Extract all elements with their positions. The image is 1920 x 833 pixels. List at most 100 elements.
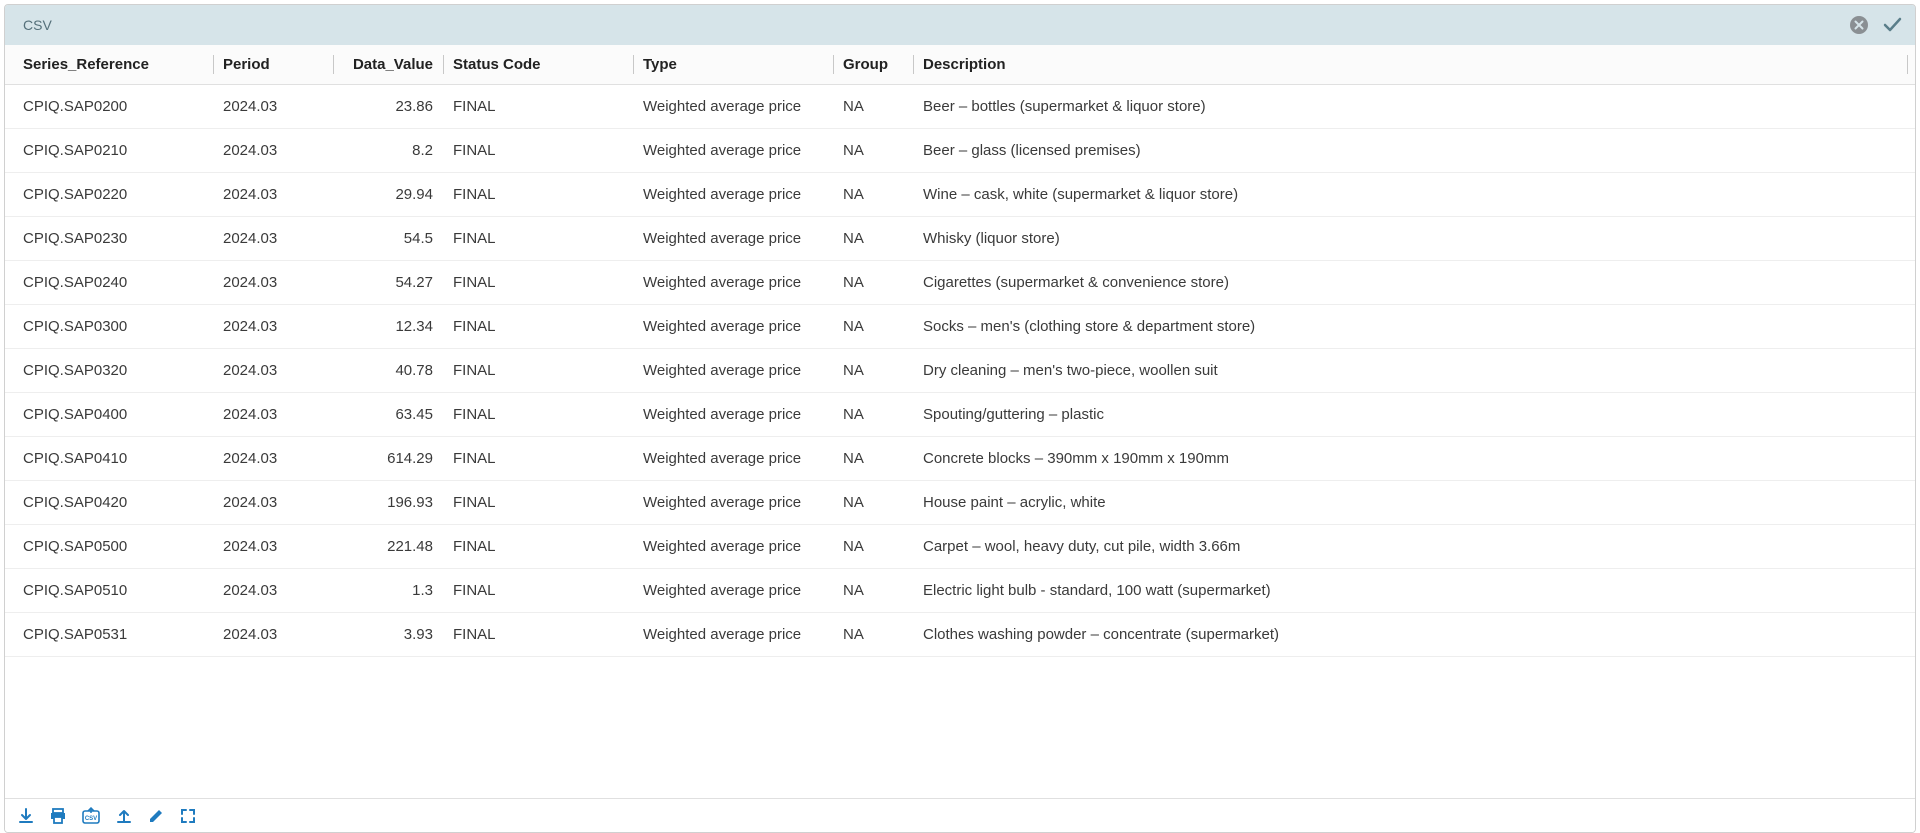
cell-group: NA bbox=[833, 142, 913, 159]
cell-period: 2024.03 bbox=[213, 142, 333, 159]
table-row[interactable]: CPIQ.SAP05312024.033.93FINALWeighted ave… bbox=[5, 613, 1915, 657]
cell-data-value: 196.93 bbox=[333, 494, 443, 511]
col-header-description[interactable]: Description bbox=[913, 45, 1907, 84]
cell-series-reference: CPIQ.SAP0220 bbox=[13, 186, 213, 203]
col-header-status-code[interactable]: Status Code bbox=[443, 45, 633, 84]
cell-group: NA bbox=[833, 274, 913, 291]
cell-status-code: FINAL bbox=[443, 626, 633, 643]
table-row[interactable]: CPIQ.SAP05102024.031.3FINALWeighted aver… bbox=[5, 569, 1915, 613]
edit-icon[interactable] bbox=[147, 807, 165, 825]
table-row[interactable]: CPIQ.SAP03202024.0340.78FINALWeighted av… bbox=[5, 349, 1915, 393]
cell-status-code: FINAL bbox=[443, 538, 633, 555]
check-icon[interactable] bbox=[1881, 14, 1903, 36]
cell-series-reference: CPIQ.SAP0531 bbox=[13, 626, 213, 643]
col-header-type[interactable]: Type bbox=[633, 45, 833, 84]
cell-description: Concrete blocks – 390mm x 190mm x 190mm bbox=[913, 450, 1907, 467]
cell-type: Weighted average price bbox=[633, 318, 833, 335]
cell-group: NA bbox=[833, 582, 913, 599]
cell-group: NA bbox=[833, 406, 913, 423]
cell-series-reference: CPIQ.SAP0510 bbox=[13, 582, 213, 599]
cell-series-reference: CPIQ.SAP0230 bbox=[13, 230, 213, 247]
panel-title: CSV bbox=[17, 17, 52, 33]
table-row[interactable]: CPIQ.SAP02402024.0354.27FINALWeighted av… bbox=[5, 261, 1915, 305]
cell-data-value: 8.2 bbox=[333, 142, 443, 159]
table-row[interactable]: CPIQ.SAP03002024.0312.34FINALWeighted av… bbox=[5, 305, 1915, 349]
col-header-series-reference[interactable]: Series_Reference bbox=[13, 45, 213, 84]
cell-type: Weighted average price bbox=[633, 362, 833, 379]
fullscreen-icon[interactable] bbox=[179, 807, 197, 825]
cell-status-code: FINAL bbox=[443, 98, 633, 115]
col-header-group[interactable]: Group bbox=[833, 45, 913, 84]
cell-group: NA bbox=[833, 494, 913, 511]
cell-description: Socks – men's (clothing store & departme… bbox=[913, 318, 1907, 335]
column-header-row: Series_Reference Period Data_Value Statu… bbox=[5, 45, 1915, 85]
cell-group: NA bbox=[833, 362, 913, 379]
cell-group: NA bbox=[833, 318, 913, 335]
cell-description: Wine – cask, white (supermarket & liquor… bbox=[913, 186, 1907, 203]
cell-data-value: 29.94 bbox=[333, 186, 443, 203]
cell-group: NA bbox=[833, 230, 913, 247]
cell-status-code: FINAL bbox=[443, 362, 633, 379]
cell-data-value: 1.3 bbox=[333, 582, 443, 599]
table-row[interactable]: CPIQ.SAP04202024.03196.93FINALWeighted a… bbox=[5, 481, 1915, 525]
cell-data-value: 221.48 bbox=[333, 538, 443, 555]
cell-type: Weighted average price bbox=[633, 98, 833, 115]
col-header-data-value[interactable]: Data_Value bbox=[333, 45, 443, 84]
cell-type: Weighted average price bbox=[633, 582, 833, 599]
cell-description: Spouting/guttering – plastic bbox=[913, 406, 1907, 423]
export-csv-icon[interactable]: CSV bbox=[81, 807, 101, 825]
table-row[interactable]: CPIQ.SAP02102024.038.2FINALWeighted aver… bbox=[5, 129, 1915, 173]
cell-series-reference: CPIQ.SAP0210 bbox=[13, 142, 213, 159]
upload-icon[interactable] bbox=[115, 807, 133, 825]
cell-type: Weighted average price bbox=[633, 230, 833, 247]
cell-series-reference: CPIQ.SAP0300 bbox=[13, 318, 213, 335]
cell-type: Weighted average price bbox=[633, 494, 833, 511]
cell-period: 2024.03 bbox=[213, 626, 333, 643]
cell-period: 2024.03 bbox=[213, 406, 333, 423]
cell-description: Electric light bulb - standard, 100 watt… bbox=[913, 582, 1907, 599]
cell-status-code: FINAL bbox=[443, 230, 633, 247]
cell-status-code: FINAL bbox=[443, 318, 633, 335]
col-header-period[interactable]: Period bbox=[213, 45, 333, 84]
cell-description: Beer – bottles (supermarket & liquor sto… bbox=[913, 98, 1907, 115]
cell-period: 2024.03 bbox=[213, 318, 333, 335]
titlebar-actions bbox=[1849, 14, 1903, 36]
table-row[interactable]: CPIQ.SAP04002024.0363.45FINALWeighted av… bbox=[5, 393, 1915, 437]
bottom-toolbar: CSV bbox=[5, 798, 1915, 832]
download-icon[interactable] bbox=[17, 807, 35, 825]
cell-period: 2024.03 bbox=[213, 230, 333, 247]
cell-series-reference: CPIQ.SAP0500 bbox=[13, 538, 213, 555]
cell-description: Clothes washing powder – concentrate (su… bbox=[913, 626, 1907, 643]
cell-group: NA bbox=[833, 98, 913, 115]
cell-type: Weighted average price bbox=[633, 186, 833, 203]
cell-data-value: 12.34 bbox=[333, 318, 443, 335]
cell-group: NA bbox=[833, 450, 913, 467]
cell-status-code: FINAL bbox=[443, 582, 633, 599]
cell-data-value: 614.29 bbox=[333, 450, 443, 467]
cell-series-reference: CPIQ.SAP0320 bbox=[13, 362, 213, 379]
table-row[interactable]: CPIQ.SAP04102024.03614.29FINALWeighted a… bbox=[5, 437, 1915, 481]
cell-period: 2024.03 bbox=[213, 538, 333, 555]
cell-status-code: FINAL bbox=[443, 274, 633, 291]
titlebar: CSV bbox=[5, 5, 1915, 45]
cell-type: Weighted average price bbox=[633, 274, 833, 291]
svg-text:CSV: CSV bbox=[85, 816, 97, 822]
cell-data-value: 54.27 bbox=[333, 274, 443, 291]
cell-description: Whisky (liquor store) bbox=[913, 230, 1907, 247]
cell-data-value: 40.78 bbox=[333, 362, 443, 379]
cell-type: Weighted average price bbox=[633, 406, 833, 423]
table-row[interactable]: CPIQ.SAP02302024.0354.5FINALWeighted ave… bbox=[5, 217, 1915, 261]
cell-group: NA bbox=[833, 626, 913, 643]
cell-status-code: FINAL bbox=[443, 186, 633, 203]
cell-period: 2024.03 bbox=[213, 186, 333, 203]
cell-period: 2024.03 bbox=[213, 494, 333, 511]
table-row[interactable]: CPIQ.SAP02202024.0329.94FINALWeighted av… bbox=[5, 173, 1915, 217]
print-icon[interactable] bbox=[49, 807, 67, 825]
cell-status-code: FINAL bbox=[443, 406, 633, 423]
cell-period: 2024.03 bbox=[213, 450, 333, 467]
table-row[interactable]: CPIQ.SAP02002024.0323.86FINALWeighted av… bbox=[5, 85, 1915, 129]
table-body[interactable]: CPIQ.SAP02002024.0323.86FINALWeighted av… bbox=[5, 85, 1915, 798]
table-row[interactable]: CPIQ.SAP05002024.03221.48FINALWeighted a… bbox=[5, 525, 1915, 569]
close-icon[interactable] bbox=[1849, 15, 1869, 35]
cell-status-code: FINAL bbox=[443, 450, 633, 467]
